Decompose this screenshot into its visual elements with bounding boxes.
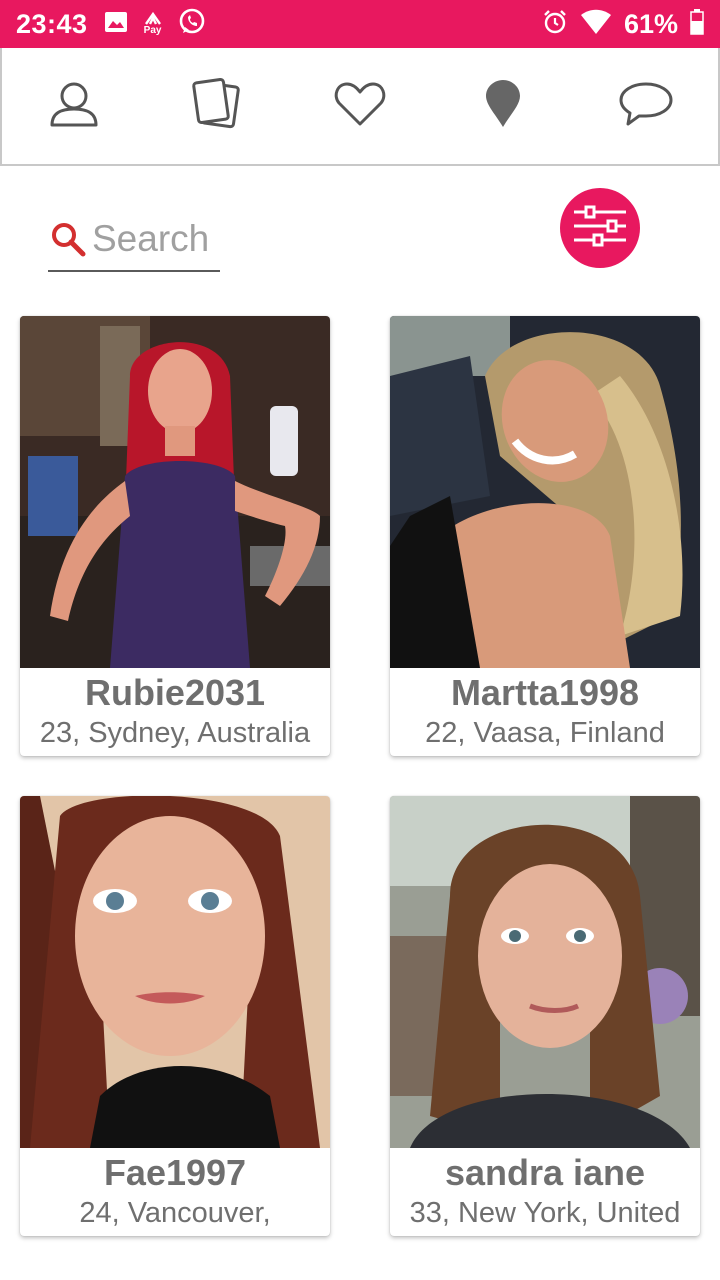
profile-photo <box>20 316 330 668</box>
profile-info: 24, Vancouver, <box>79 1197 271 1229</box>
status-left-icons: Pay <box>104 8 206 41</box>
profile-info: 22, Vaasa, Finland <box>425 717 665 749</box>
nav-favorites[interactable] <box>320 66 400 146</box>
nav-profile[interactable] <box>34 66 114 146</box>
pay-icon: Pay <box>142 12 164 36</box>
whatsapp-icon <box>178 8 206 41</box>
status-time: 23:43 <box>16 8 88 39</box>
profile-info: 33, New York, United <box>409 1197 681 1229</box>
alarm-icon <box>542 9 568 40</box>
battery-percent: 61% <box>623 8 678 39</box>
profile-photo <box>390 316 700 668</box>
profile-icon <box>49 79 99 134</box>
status-bar: 23:43 Pay 61% <box>0 0 720 48</box>
location-pin-icon <box>484 79 522 134</box>
search-input[interactable] <box>92 218 220 260</box>
profile-photo <box>20 796 330 1148</box>
search-field[interactable] <box>48 208 220 272</box>
profile-card[interactable]: Martta1998 22, Vaasa, Finland <box>390 316 700 756</box>
profile-name: sandra iane <box>444 1152 646 1193</box>
profile-name: Martta1998 <box>450 672 640 713</box>
profile-name: Rubie2031 <box>84 672 266 713</box>
nav-nearby[interactable] <box>463 66 543 146</box>
profile-card[interactable]: sandra iane 33, New York, United <box>390 796 700 1236</box>
top-nav <box>0 48 720 166</box>
profile-name: Fae1997 <box>103 1152 247 1193</box>
battery-icon <box>690 8 704 40</box>
heart-icon <box>334 81 386 132</box>
filter-sliders-icon <box>572 204 628 253</box>
wifi-icon <box>580 9 612 40</box>
image-icon <box>104 11 128 38</box>
status-right-icons: 61% <box>542 8 704 40</box>
chat-icon <box>618 81 674 132</box>
profile-photo <box>390 796 700 1148</box>
profile-info: 23, Sydney, Australia <box>39 717 311 749</box>
search-icon <box>48 219 88 259</box>
profile-card[interactable]: Rubie2031 23, Sydney, Australia <box>20 316 330 756</box>
pay-label: Pay <box>143 25 162 36</box>
cards-icon <box>190 77 244 136</box>
profile-card[interactable]: Fae1997 24, Vancouver, <box>20 796 330 1236</box>
filter-button[interactable] <box>560 188 640 268</box>
nav-messages[interactable] <box>606 66 686 146</box>
nav-cards[interactable] <box>177 66 257 146</box>
